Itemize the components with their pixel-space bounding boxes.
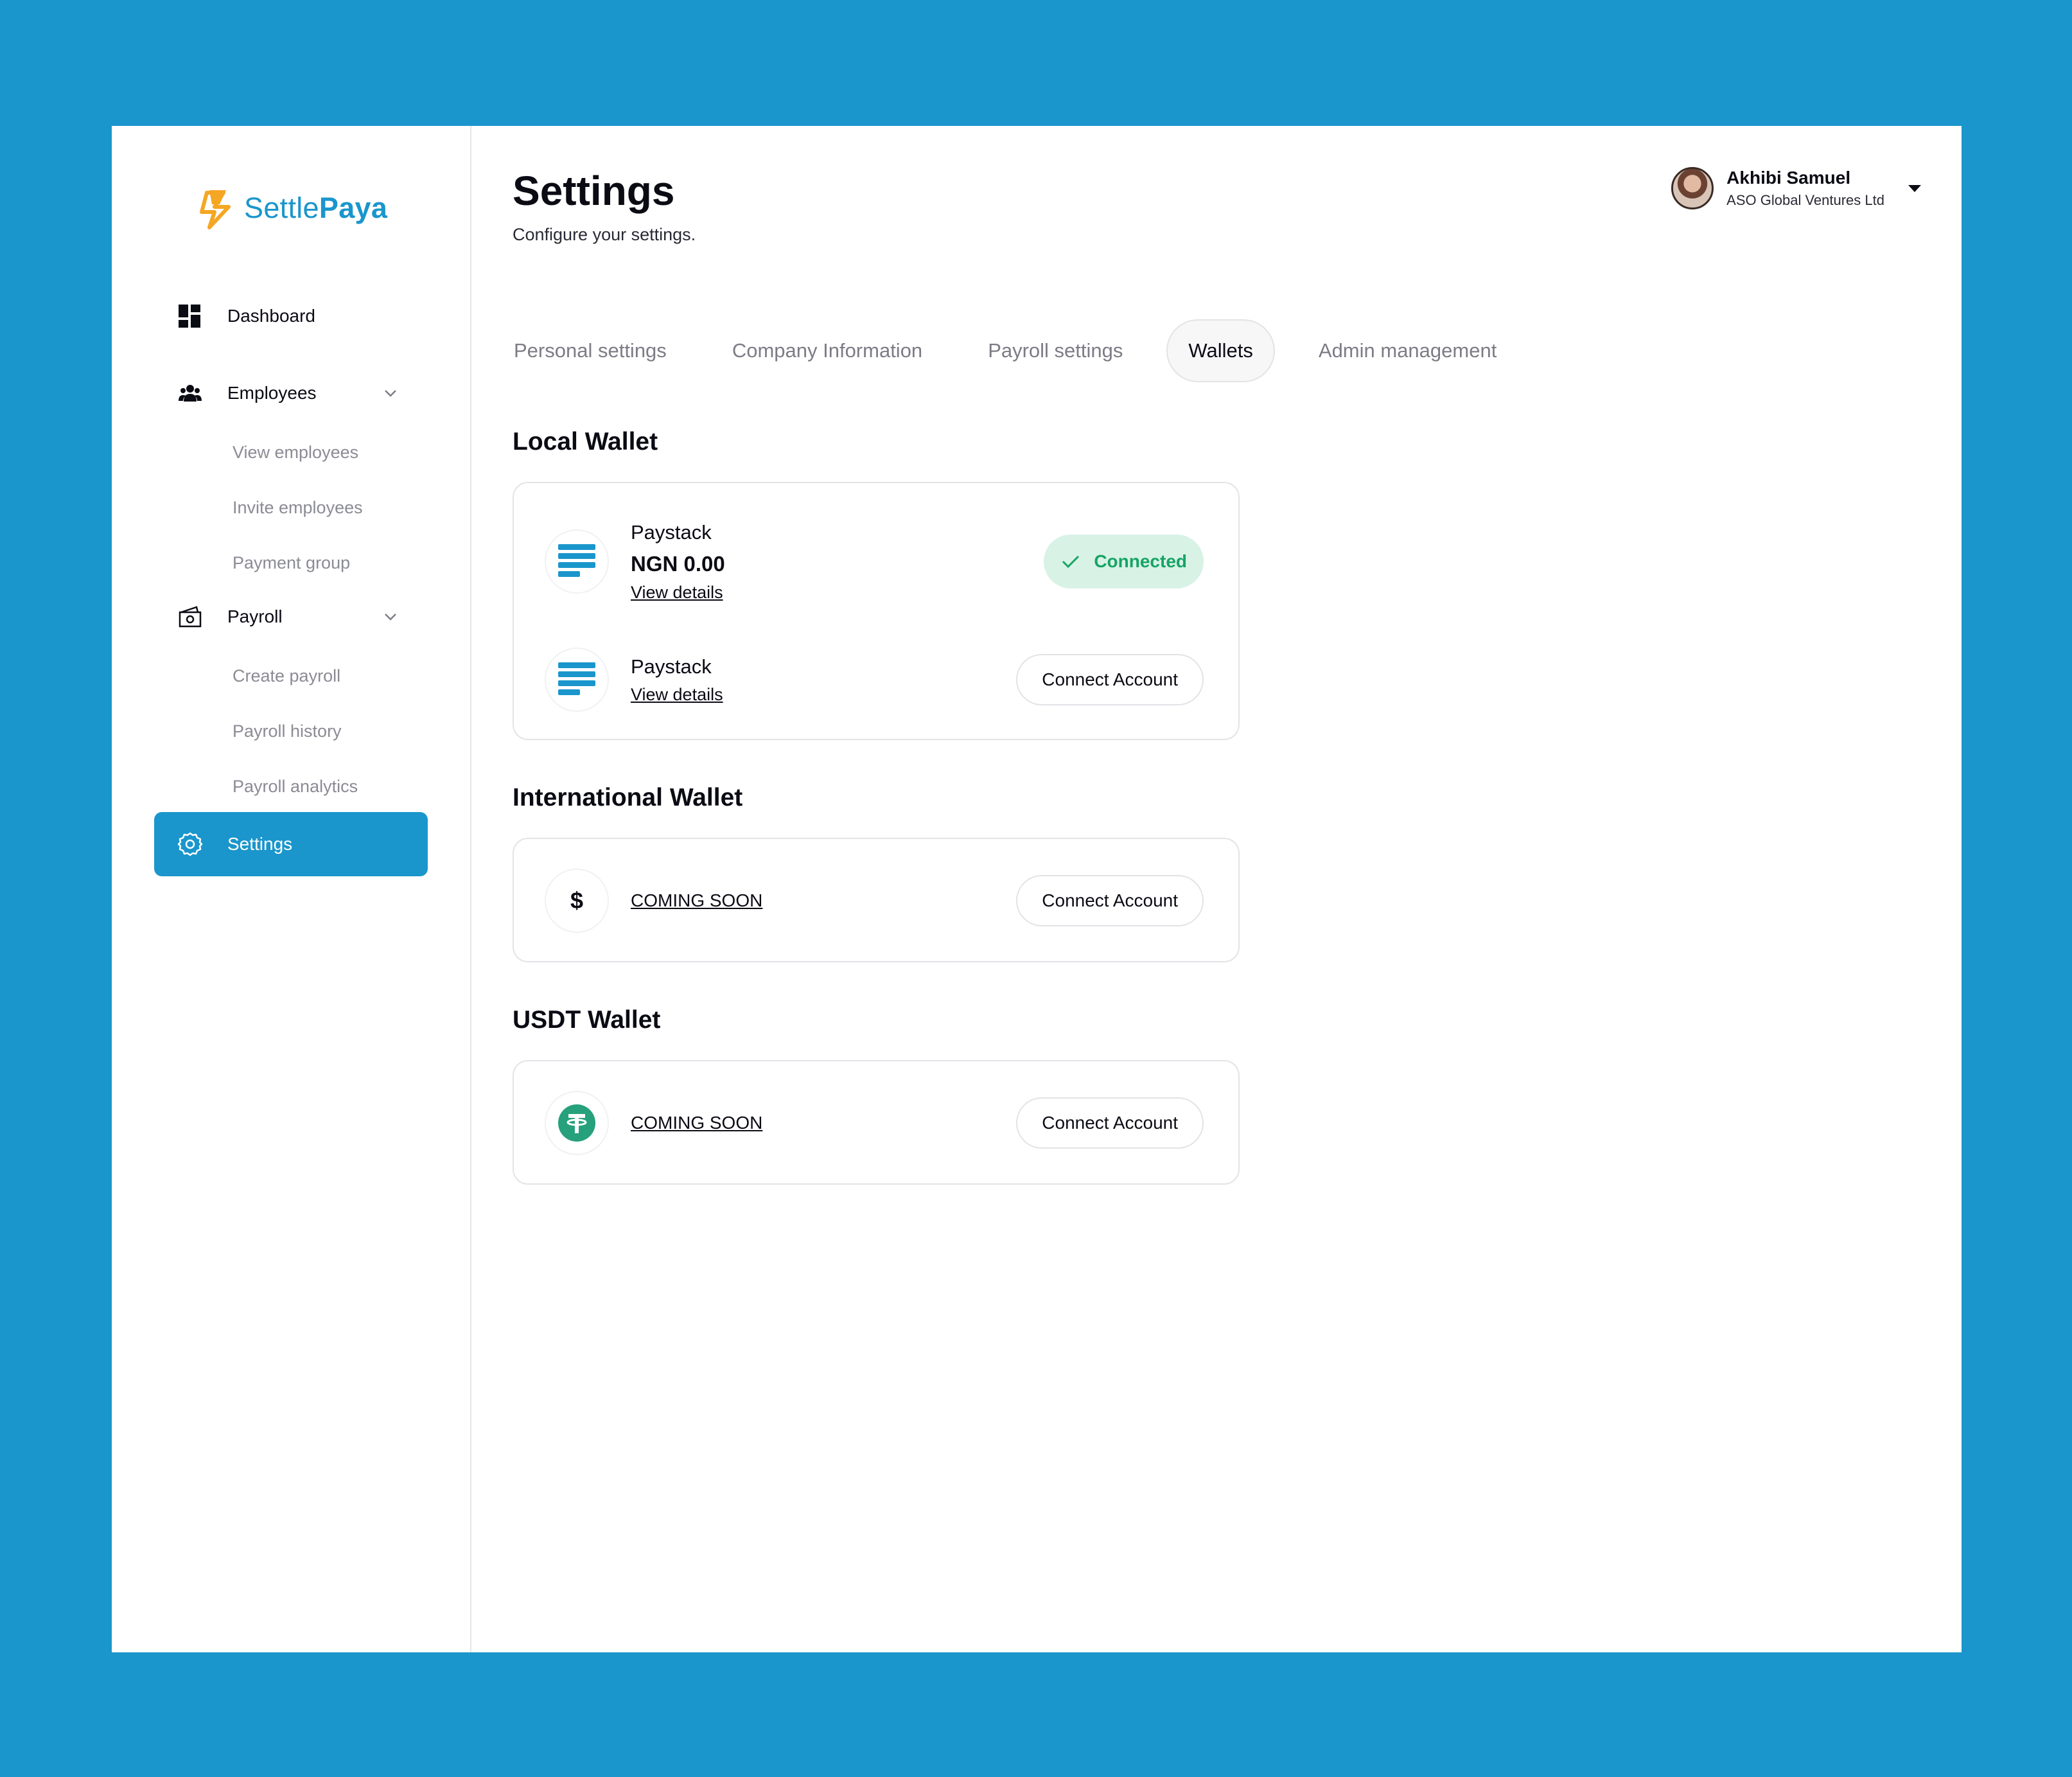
page-title: Settings [513,168,675,214]
avatar[interactable] [1671,167,1714,209]
wallet-info: Paystack NGN 0.00 View details [631,521,1044,603]
coming-soon-link[interactable]: COMING SOON [631,1113,762,1133]
wallet-row: Paystack NGN 0.00 View details Connected [546,517,1204,606]
grid-icon [177,303,203,329]
international-wallet-title: International Wallet [513,784,743,811]
sidebar-subitem-create-payroll[interactable]: Create payroll [233,663,340,689]
sidebar-item-label: Employees [227,383,317,403]
wallet-name: Paystack [631,520,712,544]
status-label: Connected [1094,551,1187,571]
wallet-info: Paystack View details [631,655,1016,705]
check-icon [1062,555,1080,569]
wallet-info: COMING SOON [631,890,1016,911]
main-content: Settings Configure your settings. Akhibi… [471,126,1962,1652]
usdt-wallet-card: COMING SOON Connect Account [513,1060,1240,1185]
dollar-glyph: $ [570,887,584,914]
user-org: ASO Global Ventures Ltd [1726,192,1884,208]
sidebar-item-label: Payroll [227,606,283,626]
usdt-wallet-title: USDT Wallet [513,1006,661,1034]
tab-admin-management[interactable]: Admin management [1297,319,1518,382]
sidebar-item-label: Settings [227,834,293,854]
tab-payroll-settings[interactable]: Payroll settings [966,319,1145,382]
sidebar-item-dashboard[interactable]: Dashboard [154,284,428,348]
paystack-icon [546,649,608,711]
chevron-down-icon[interactable] [382,384,399,402]
tab-wallets[interactable]: Wallets [1166,319,1275,382]
gear-icon [177,831,203,857]
app-window: SettlePaya Dashboard Employees View empl… [112,126,1962,1652]
coming-soon-link[interactable]: COMING SOON [631,890,762,910]
brand-name-part1: Settle [244,191,319,224]
wallet-name: Paystack [631,655,712,678]
paystack-icon [546,531,608,592]
chevron-down-icon[interactable] [382,608,399,626]
sidebar-subitem-payroll-history[interactable]: Payroll history [233,718,342,744]
view-details-link[interactable]: View details [631,685,723,705]
wallet-balance: NGN 0.00 [631,551,725,576]
users-icon [177,380,203,406]
local-wallet-title: Local Wallet [513,428,658,455]
logo-mark-icon [200,190,231,229]
connect-account-button[interactable]: Connect Account [1016,654,1204,705]
tab-company-information[interactable]: Company Information [710,319,944,382]
brand-name: SettlePaya [244,191,387,225]
sidebar-item-employees[interactable]: Employees [154,361,428,425]
local-wallet-card: Paystack NGN 0.00 View details Connected… [513,482,1240,740]
sidebar: SettlePaya Dashboard Employees View empl… [112,126,471,1652]
user-profile-menu[interactable]: Akhibi Samuel ASO Global Ventures Ltd [1671,166,1923,211]
connect-account-button[interactable]: Connect Account [1016,875,1204,926]
brand-name-part2: Paya [319,191,388,224]
international-wallet-card: $ COMING SOON Connect Account [513,838,1240,962]
view-details-link[interactable]: View details [631,583,723,603]
sidebar-subitem-payroll-analytics[interactable]: Payroll analytics [233,774,358,799]
connected-status-badge: Connected [1044,535,1204,588]
wallet-row: COMING SOON Connect Account [546,1091,1204,1155]
sidebar-subitem-invite-employees[interactable]: Invite employees [233,495,363,520]
tab-personal-settings[interactable]: Personal settings [492,319,689,382]
wallet-row: Paystack View details Connect Account [546,648,1204,712]
wallet-info: COMING SOON [631,1113,1016,1133]
sidebar-item-label: Dashboard [227,306,315,326]
settings-tabs: Personal settings Company Information Pa… [492,319,1540,383]
sidebar-item-settings[interactable]: Settings [154,812,428,876]
brand-logo[interactable]: SettlePaya [195,182,387,234]
sidebar-subitem-view-employees[interactable]: View employees [233,439,358,465]
dollar-icon: $ [546,870,608,932]
connect-account-button[interactable]: Connect Account [1016,1097,1204,1149]
sidebar-item-payroll[interactable]: Payroll [154,585,428,649]
money-icon [177,604,203,630]
tether-icon [546,1092,608,1154]
user-name: Akhibi Samuel [1726,168,1851,188]
caret-down-icon[interactable] [1906,182,1923,194]
page-subtitle: Configure your settings. [513,225,696,244]
sidebar-subitem-payment-group[interactable]: Payment group [233,550,350,576]
wallet-row: $ COMING SOON Connect Account [546,869,1204,933]
